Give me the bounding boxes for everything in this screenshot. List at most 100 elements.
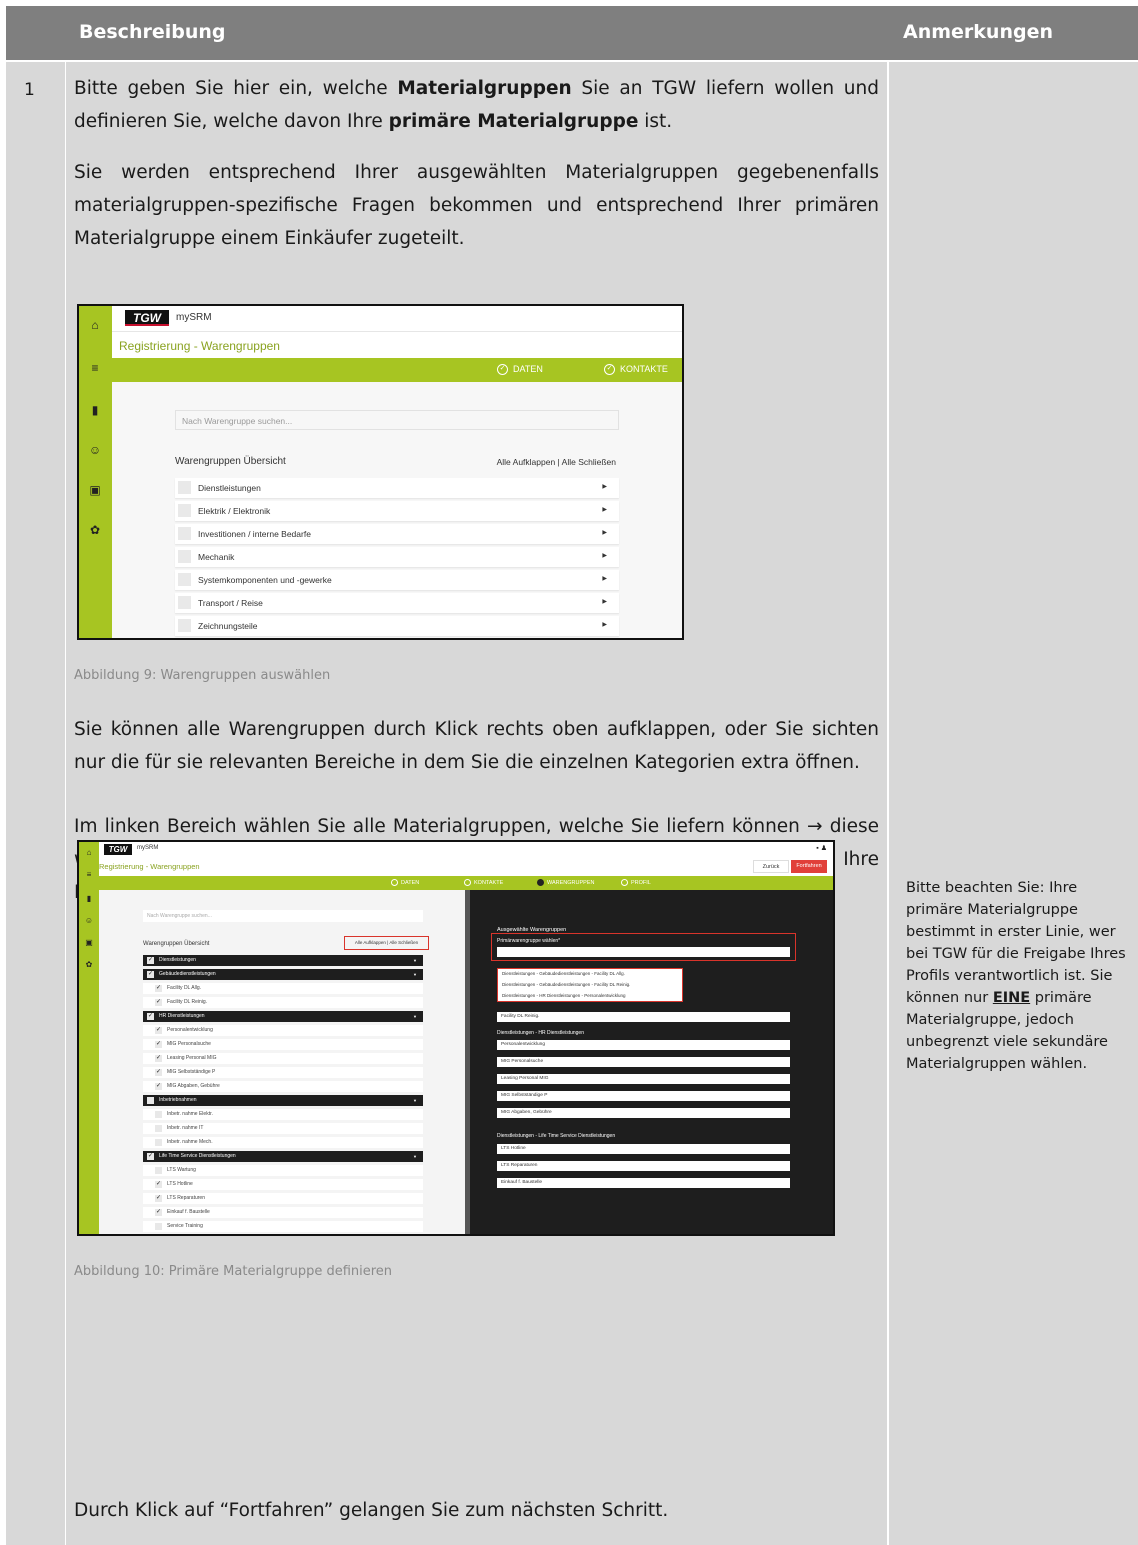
step-warengruppen[interactable]: WARENGRUPPEN [537, 879, 594, 886]
continue-button[interactable]: Fortfahren [791, 860, 827, 873]
expand-collapse-link[interactable]: Alle Aufklappen | Alle Schließen [497, 457, 616, 467]
group-row[interactable]: Transport / Reise ▶ [175, 593, 619, 613]
checkbox[interactable] [155, 1111, 162, 1118]
tree-row[interactable]: ✓ LTS Hotline [143, 1179, 423, 1190]
checkbox[interactable] [147, 1097, 154, 1104]
tree-row[interactable]: Inbetr. nahme Mech. [143, 1137, 423, 1148]
checkbox[interactable] [178, 527, 191, 540]
tree-row[interactable]: ✓ Dienstleistungen ▼ [143, 955, 423, 966]
tree-label: Dienstleistungen [159, 957, 196, 963]
chevron-down-icon[interactable]: ▼ [413, 969, 417, 980]
checkbox[interactable]: ✓ [147, 957, 154, 964]
group-row[interactable]: Elektrik / Elektronik ▶ [175, 501, 619, 521]
chevron-down-icon[interactable]: ▼ [413, 1095, 417, 1106]
checkbox[interactable] [178, 573, 191, 586]
tree-row[interactable]: ✓ Facility DL Allg. [143, 983, 423, 994]
checkbox[interactable]: ✓ [155, 1041, 162, 1048]
checkbox[interactable] [155, 1167, 162, 1174]
dropdown-option[interactable]: Dienstleistungen - HR Dienstleistungen -… [498, 991, 682, 1002]
checkbox[interactable]: ✓ [155, 999, 162, 1006]
checkbox[interactable]: ✓ [147, 1153, 154, 1160]
user-icons[interactable]: ▪ ♟ [816, 844, 827, 852]
tree-row[interactable]: ✓ Personalentwicklung [143, 1025, 423, 1036]
tree-row[interactable]: Inbetr. nahme Elektr. [143, 1109, 423, 1120]
section-lts: Dienstleistungen - Life Time Service Die… [497, 1133, 616, 1139]
paragraph-intro: Bitte geben Sie hier ein, welche Materia… [74, 78, 879, 132]
group-row[interactable]: Zeichnungsteile ▶ [175, 616, 619, 636]
expand-arrow-icon[interactable]: ▶ [602, 598, 607, 605]
expand-arrow-icon[interactable]: ▶ [602, 483, 607, 490]
expand-arrow-icon[interactable]: ▶ [602, 506, 607, 513]
selected-group-field: Personalentwicklung [497, 1040, 790, 1050]
checkbox[interactable] [178, 550, 191, 563]
tree-row[interactable]: ✓ Einkauf f. Baustelle [143, 1207, 423, 1218]
checkbox[interactable]: ✓ [147, 971, 154, 978]
tree-label: Facility DL Allg. [167, 985, 201, 991]
tree-row[interactable]: ✓ Facility DL Reinig. [143, 997, 423, 1008]
tree-label: Einkauf f. Baustelle [167, 1209, 210, 1215]
tree-row[interactable]: Inbetriebnahmen ▼ [143, 1095, 423, 1106]
group-label: Systemkomponenten und -gewerke [198, 575, 332, 585]
tree-row[interactable]: ✓ MIG Abgaben, Gebühre [143, 1081, 423, 1092]
checkbox[interactable] [155, 1139, 162, 1146]
tree-row[interactable]: ✓ HR Dienstleistungen ▼ [143, 1011, 423, 1022]
checkbox[interactable]: ✓ [155, 1195, 162, 1202]
expand-arrow-icon[interactable]: ▶ [602, 621, 607, 628]
tree-row[interactable]: LTS Wartung [143, 1165, 423, 1176]
checkbox[interactable] [178, 481, 191, 494]
checkbox[interactable] [178, 619, 191, 632]
step-daten[interactable]: DATEN [391, 879, 419, 886]
dropdown-option[interactable]: Dienstleistungen - Gebäudedienstleistung… [498, 980, 682, 991]
group-row[interactable]: Mechanik ▶ [175, 547, 619, 567]
back-button[interactable]: Zurück [753, 860, 789, 873]
step-daten[interactable]: ✓ DATEN [497, 364, 543, 376]
number-column [6, 62, 65, 1545]
search-input[interactable]: Nach Warengruppe suchen... [175, 410, 619, 430]
header-description: Beschreibung [79, 21, 226, 43]
tree-row[interactable]: Service Training [143, 1221, 423, 1232]
step-kontakte[interactable]: KONTAKTE [464, 879, 503, 886]
step-kontakte[interactable]: ✓ KONTAKTE [604, 364, 668, 376]
tree-row[interactable]: Montagen [143, 1235, 423, 1236]
chevron-down-icon[interactable]: ▼ [413, 1151, 417, 1162]
group-row[interactable]: Systemkomponenten und -gewerke ▶ [175, 570, 619, 590]
group-row[interactable]: Dienstleistungen ▶ [175, 478, 619, 498]
checkbox[interactable] [155, 1223, 162, 1230]
checkbox[interactable]: ✓ [155, 985, 162, 992]
checkbox[interactable]: ✓ [155, 1083, 162, 1090]
tree-row[interactable]: ✓ MIG Selbstständige P [143, 1067, 423, 1078]
checkbox[interactable] [155, 1125, 162, 1132]
tree-row[interactable]: ✓ Gebäudedienstleistungen ▼ [143, 969, 423, 980]
primary-group-select[interactable] [497, 947, 790, 957]
dropdown-option[interactable]: Dienstleistungen - Gebäudedienstleistung… [498, 969, 682, 980]
tgw-logo: TGW [104, 844, 132, 855]
checkbox[interactable]: ✓ [155, 1027, 162, 1034]
selected-group-field: Leasing Personal MIG [497, 1074, 790, 1084]
tree-row[interactable]: Inbetr. nahme IT [143, 1123, 423, 1134]
search-input[interactable]: Nach Warengruppe suchen... [143, 910, 423, 922]
expand-arrow-icon[interactable]: ▶ [602, 552, 607, 559]
tree-row[interactable]: ✓ Leasing Personal MIG [143, 1053, 423, 1064]
sidebar: ⌂ ≡ ▮ ☺ ▣ ✿ [79, 306, 112, 638]
documents-icon: ▮ [91, 403, 99, 417]
expand-collapse-link[interactable]: Alle Aufklappen | Alle Schließen [344, 936, 429, 950]
selected-group-field: MIG Personalsuche [497, 1057, 790, 1067]
tree-row[interactable]: ✓ LTS Reparaturen [143, 1193, 423, 1204]
checkbox[interactable]: ✓ [155, 1069, 162, 1076]
checkbox[interactable] [178, 596, 191, 609]
expand-arrow-icon[interactable]: ▶ [602, 529, 607, 536]
tree-row[interactable]: ✓ Life Time Service Dienstleistungen ▼ [143, 1151, 423, 1162]
checkbox[interactable]: ✓ [147, 1013, 154, 1020]
note-primary-group: Bitte beachten Sie: Ihre primäre Materia… [906, 880, 1126, 1072]
group-row[interactable]: Investitionen / interne Bedarfe ▶ [175, 524, 619, 544]
checkbox[interactable]: ✓ [155, 1055, 162, 1062]
checkbox[interactable]: ✓ [155, 1181, 162, 1188]
checkbox[interactable] [178, 504, 191, 517]
tree-row[interactable]: ✓ MIG Personalsuche [143, 1039, 423, 1050]
checkbox[interactable]: ✓ [155, 1209, 162, 1216]
chevron-down-icon[interactable]: ▼ [413, 955, 417, 966]
chevron-down-icon[interactable]: ▼ [413, 1011, 417, 1022]
table-header: Beschreibung Anmerkungen [6, 6, 1138, 60]
expand-arrow-icon[interactable]: ▶ [602, 575, 607, 582]
step-profil[interactable]: PROFIL [621, 879, 651, 886]
